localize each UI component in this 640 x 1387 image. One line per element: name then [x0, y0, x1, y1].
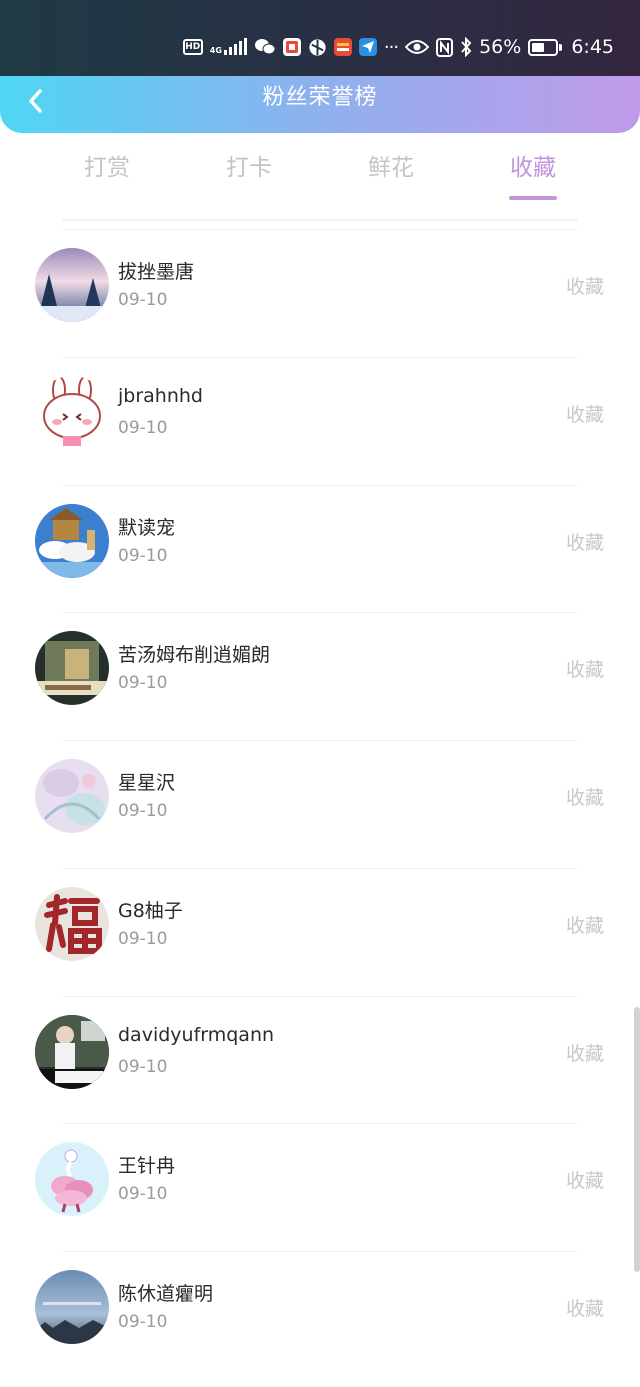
- user-name: 苦汤姆布削逍媚朗: [118, 644, 271, 667]
- cloud-house-avatar: [35, 503, 109, 578]
- girl-photo-avatar: [35, 1014, 109, 1089]
- divider: [62, 219, 578, 221]
- wechat-icon: [254, 38, 276, 56]
- date: 09-10: [118, 928, 168, 949]
- avatar[interactable]: [35, 1014, 109, 1089]
- hd-icon: HD: [182, 39, 203, 55]
- date: 09-10: [118, 1312, 168, 1332]
- browser-icon: [308, 38, 327, 57]
- user-name: jbrahnhd: [118, 384, 203, 407]
- avatar[interactable]: [35, 1142, 109, 1217]
- header-bar: 粉丝荣誉榜: [0, 76, 640, 133]
- date: 09-10: [118, 290, 168, 310]
- avatar[interactable]: [35, 631, 109, 706]
- nfc-icon: [436, 37, 454, 57]
- list-item[interactable]: 星星沢 09-10 收藏: [0, 740, 640, 868]
- signal-icon: 4G: [209, 38, 247, 55]
- pink-character-avatar: [35, 1142, 109, 1217]
- active-tab-indicator: [509, 196, 557, 200]
- news-icon: [333, 38, 352, 56]
- tab-label: 鲜花: [368, 155, 414, 181]
- favorite-label: 收藏: [565, 531, 604, 554]
- avatar[interactable]: [35, 759, 109, 833]
- scrollbar[interactable]: [634, 1007, 640, 1272]
- tab-favorites[interactable]: 收藏: [462, 145, 604, 205]
- user-name: G8柚子: [118, 899, 183, 922]
- avatar[interactable]: [35, 1270, 109, 1344]
- status-bar: HD 4G ··· 56% 6:45: [0, 0, 640, 76]
- favorite-label: 收藏: [565, 1298, 604, 1320]
- favorite-label: 收藏: [565, 403, 604, 426]
- list-item[interactable]: jbrahnhd 09-10 收藏: [0, 356, 640, 485]
- eye-icon: [405, 39, 430, 55]
- avatar[interactable]: [35, 886, 109, 961]
- battery-percent: 56%: [479, 36, 522, 58]
- avatar[interactable]: [35, 248, 109, 322]
- favorite-label: 收藏: [565, 276, 604, 298]
- avatar[interactable]: [35, 375, 109, 450]
- tab-reward[interactable]: 打赏: [36, 145, 178, 205]
- list-item[interactable]: 王针冉 09-10 收藏: [0, 1123, 640, 1251]
- user-name: 王针冉: [118, 1155, 176, 1178]
- tab-bar: 打赏 打卡 鲜花 收藏: [36, 145, 604, 205]
- favorite-label: 收藏: [565, 1042, 604, 1065]
- blue-sky-avatar: [35, 1270, 109, 1344]
- user-name: 陈休道癯明: [118, 1283, 214, 1305]
- tab-label: 收藏: [510, 155, 556, 181]
- date: 09-10: [118, 801, 168, 821]
- clock: 6:45: [571, 36, 614, 58]
- date: 09-10: [118, 417, 168, 438]
- list-item[interactable]: davidyufrmqann 09-10 收藏: [0, 995, 640, 1124]
- list-item[interactable]: 拔挫墨唐 09-10 收藏: [0, 229, 640, 357]
- date: 09-10: [118, 1184, 168, 1205]
- page-title: 粉丝荣誉榜: [262, 85, 378, 110]
- list-item[interactable]: 苦汤姆布削逍媚朗 09-10 收藏: [0, 612, 640, 740]
- favorite-label: 收藏: [565, 659, 604, 682]
- fan-list: 拔挫墨唐 09-10 收藏 jbrahnhd 09-10 收藏 默读宠 09-1…: [0, 229, 640, 1379]
- favorite-label: 收藏: [565, 787, 604, 809]
- list-item[interactable]: 陈休道癯明 09-10 收藏: [0, 1251, 640, 1379]
- list-item[interactable]: G8柚子 09-10 收藏: [0, 867, 640, 996]
- fu-calligraphy-avatar: [35, 886, 109, 961]
- battery-fill: [532, 42, 545, 52]
- status-icons: HD 4G ··· 56% 6:45: [182, 33, 614, 61]
- battery-icon: [528, 38, 563, 56]
- send-icon: [358, 38, 377, 56]
- date: 09-10: [118, 1056, 168, 1077]
- pastel-floral-avatar: [35, 759, 109, 833]
- tab-flowers[interactable]: 鲜花: [320, 145, 462, 205]
- avatar[interactable]: [35, 503, 109, 578]
- date: 09-10: [118, 673, 168, 694]
- network-type: 4G: [209, 46, 222, 55]
- more-icon: ···: [383, 36, 399, 58]
- favorite-label: 收藏: [565, 1170, 604, 1193]
- user-name: 星星沢: [118, 772, 176, 794]
- app-icon: [282, 38, 301, 56]
- bunny-cartoon-avatar: [35, 375, 109, 450]
- user-name: 拔挫墨唐: [118, 261, 195, 283]
- list-item[interactable]: 默读宠 09-10 收藏: [0, 484, 640, 613]
- tab-label: 打赏: [84, 155, 130, 181]
- user-name: 默读宠: [118, 516, 176, 539]
- user-name: davidyufrmqann: [118, 1023, 275, 1046]
- tab-label: 打卡: [226, 155, 272, 181]
- dark-scene-avatar: [35, 631, 109, 706]
- tab-checkin[interactable]: 打卡: [178, 145, 320, 205]
- favorite-label: 收藏: [565, 914, 604, 937]
- bluetooth-icon: [460, 37, 472, 57]
- snow-forest-avatar: [35, 248, 109, 322]
- date: 09-10: [118, 545, 168, 566]
